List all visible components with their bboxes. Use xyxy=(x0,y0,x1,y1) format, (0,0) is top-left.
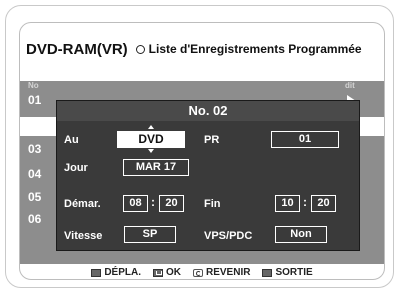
header: DVD-RAM(VR) Liste d'Enregistrements Prog… xyxy=(26,33,378,65)
return-hint: REVENIR xyxy=(192,267,251,278)
jour-field[interactable]: MAR 17 xyxy=(123,159,189,176)
row-number: 06 xyxy=(28,212,42,226)
arrow-down-icon[interactable] xyxy=(148,149,154,153)
pr-label: PR xyxy=(204,134,220,146)
subtitle: Liste d'Enregistrements Programmée xyxy=(135,42,362,56)
row-number: 02 xyxy=(28,117,42,131)
row-number: 04 xyxy=(28,167,42,181)
pr-field[interactable]: 01 xyxy=(271,131,339,148)
ok-hint: OK xyxy=(152,267,181,278)
end-hour-field[interactable]: 10 xyxy=(275,195,300,212)
time-separator: : xyxy=(303,195,307,209)
time-separator: : xyxy=(151,195,155,209)
demar-label: Démar. xyxy=(64,198,101,210)
footer-help: DÉPLA. OK REVENIR SORTIE xyxy=(20,264,384,279)
au-label: Au xyxy=(64,134,79,146)
end-minute-field[interactable]: 20 xyxy=(311,195,336,212)
row-number: 01 xyxy=(28,93,42,107)
subtitle-text: Liste d'Enregistrements Programmée xyxy=(148,42,362,56)
vps-label: VPS/PDC xyxy=(204,230,253,242)
row-number: 05 xyxy=(28,190,42,204)
move-hint: DÉPLA. xyxy=(91,267,141,278)
timer-edit-dialog: No. 02 Au DVD PR 01 Jour MAR 17 Démar. 0… xyxy=(56,100,360,251)
dialog-title: No. 02 xyxy=(57,101,359,121)
start-hour-field[interactable]: 08 xyxy=(123,195,148,212)
vitesse-label: Vitesse xyxy=(64,230,103,242)
fin-label: Fin xyxy=(204,198,221,210)
exit-icon xyxy=(262,268,273,277)
timer-list: No dit 01 02 03 04 05 06 No. 02 Au DVD P… xyxy=(20,81,384,264)
circle-icon xyxy=(135,44,145,54)
ok-label: OK xyxy=(165,267,181,278)
vps-select[interactable]: Non xyxy=(275,226,327,243)
start-minute-field[interactable]: 20 xyxy=(159,195,184,212)
osd-panel: DVD-RAM(VR) Liste d'Enregistrements Prog… xyxy=(19,22,385,280)
exit-hint: SORTIE xyxy=(262,267,313,278)
page-title: DVD-RAM(VR) xyxy=(26,40,128,58)
au-select[interactable]: DVD xyxy=(117,131,185,148)
column-header-no: No xyxy=(28,81,39,90)
return-icon xyxy=(192,268,203,277)
row-number: 03 xyxy=(28,142,42,156)
jour-label: Jour xyxy=(64,162,88,174)
vitesse-select[interactable]: SP xyxy=(124,226,176,243)
exit-label: SORTIE xyxy=(275,267,313,278)
column-header-edit: dit xyxy=(345,81,355,90)
return-label: REVENIR xyxy=(205,267,251,278)
arrow-up-icon[interactable] xyxy=(148,125,154,129)
move-icon xyxy=(91,268,102,277)
move-label: DÉPLA. xyxy=(104,267,141,278)
ok-icon xyxy=(152,268,163,277)
